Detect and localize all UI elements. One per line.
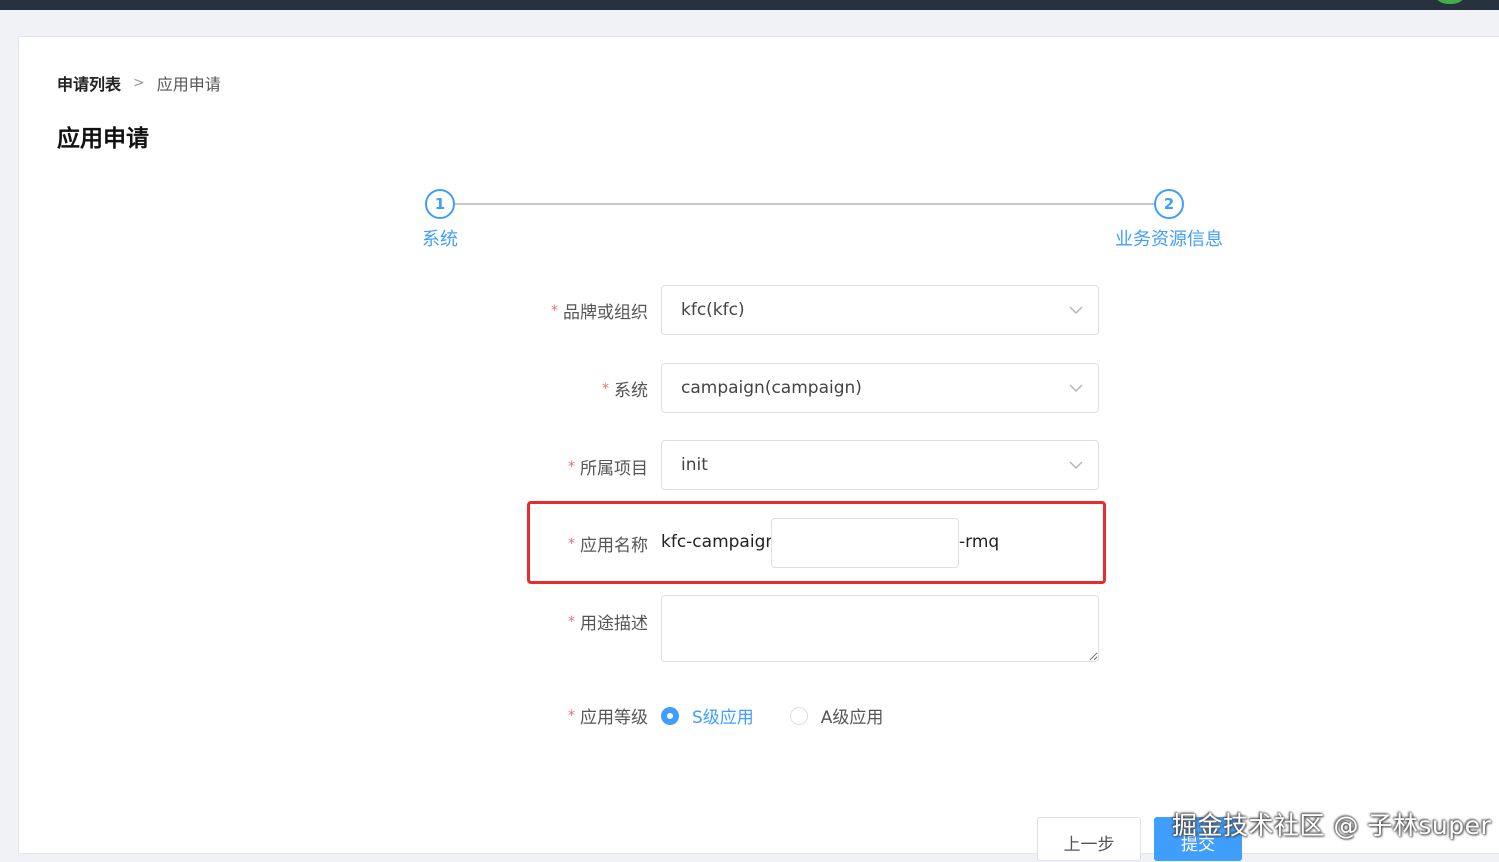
brand-select-value: kfc(kfc) xyxy=(681,300,745,320)
step-2: 2 业务资源信息 xyxy=(1107,189,1231,251)
brand-select[interactable]: kfc(kfc) xyxy=(661,285,1099,335)
system-label: * 系统 xyxy=(602,381,648,401)
step-1-number: 1 xyxy=(425,189,455,219)
main-card: 申请列表 > 应用申请 应用申请 1 系统 2 业务资源信息 * 品牌或组织 kf… xyxy=(18,36,1499,861)
chevron-down-icon xyxy=(1069,461,1083,469)
brand-label: * 品牌或组织 xyxy=(551,303,648,323)
breadcrumb-current: 应用申请 xyxy=(156,75,221,94)
steps-indicator: 1 系统 2 业务资源信息 xyxy=(419,189,1231,259)
app-name-input[interactable] xyxy=(771,518,959,568)
step-connector-line xyxy=(455,203,1169,205)
level-radio-group: S级应用 A级应用 xyxy=(661,703,919,728)
description-textarea[interactable] xyxy=(661,595,1099,662)
page-title: 应用申请 xyxy=(57,126,149,152)
radio-s-level-label: S级应用 xyxy=(692,708,754,728)
radio-checked-icon xyxy=(661,706,679,725)
required-mark: * xyxy=(568,708,575,724)
step-1-title: 系统 xyxy=(422,229,458,250)
breadcrumb: 申请列表 > 应用申请 xyxy=(57,71,221,95)
top-nav-bar xyxy=(0,0,1499,10)
chevron-down-icon xyxy=(1069,384,1083,392)
project-label: * 所属项目 xyxy=(568,459,648,479)
required-mark: * xyxy=(551,303,558,319)
required-mark: * xyxy=(568,536,575,552)
radio-a-level[interactable]: A级应用 xyxy=(789,703,884,728)
breadcrumb-link-list[interactable]: 申请列表 xyxy=(57,71,121,95)
watermark-text: 掘金技术社区 @ 子林super xyxy=(1172,811,1492,840)
level-label: * 应用等级 xyxy=(568,708,648,728)
required-mark: * xyxy=(568,614,575,630)
project-select-value: init xyxy=(681,455,708,475)
system-select[interactable]: campaign(campaign) xyxy=(661,363,1099,413)
radio-a-level-label: A级应用 xyxy=(820,708,884,728)
required-mark: * xyxy=(602,381,609,397)
prev-step-button[interactable]: 上一步 xyxy=(1037,817,1141,861)
project-select[interactable]: init xyxy=(661,440,1099,490)
breadcrumb-separator: > xyxy=(133,75,145,91)
app-name-prefix: kfc-campaign- xyxy=(661,532,783,552)
radio-s-level[interactable]: S级应用 xyxy=(661,703,754,728)
step-2-title: 业务资源信息 xyxy=(1115,229,1223,250)
app-name-suffix: -rmq xyxy=(959,532,1000,552)
chevron-down-icon xyxy=(1069,306,1083,314)
radio-unchecked-icon xyxy=(789,706,808,725)
step-2-number: 2 xyxy=(1154,189,1184,219)
system-select-value: campaign(campaign) xyxy=(681,378,862,398)
app-name-label: * 应用名称 xyxy=(568,536,648,556)
step-1: 1 系统 xyxy=(419,189,461,251)
user-avatar[interactable] xyxy=(1432,0,1468,4)
required-mark: * xyxy=(568,459,575,475)
description-label: * 用途描述 xyxy=(568,614,648,634)
